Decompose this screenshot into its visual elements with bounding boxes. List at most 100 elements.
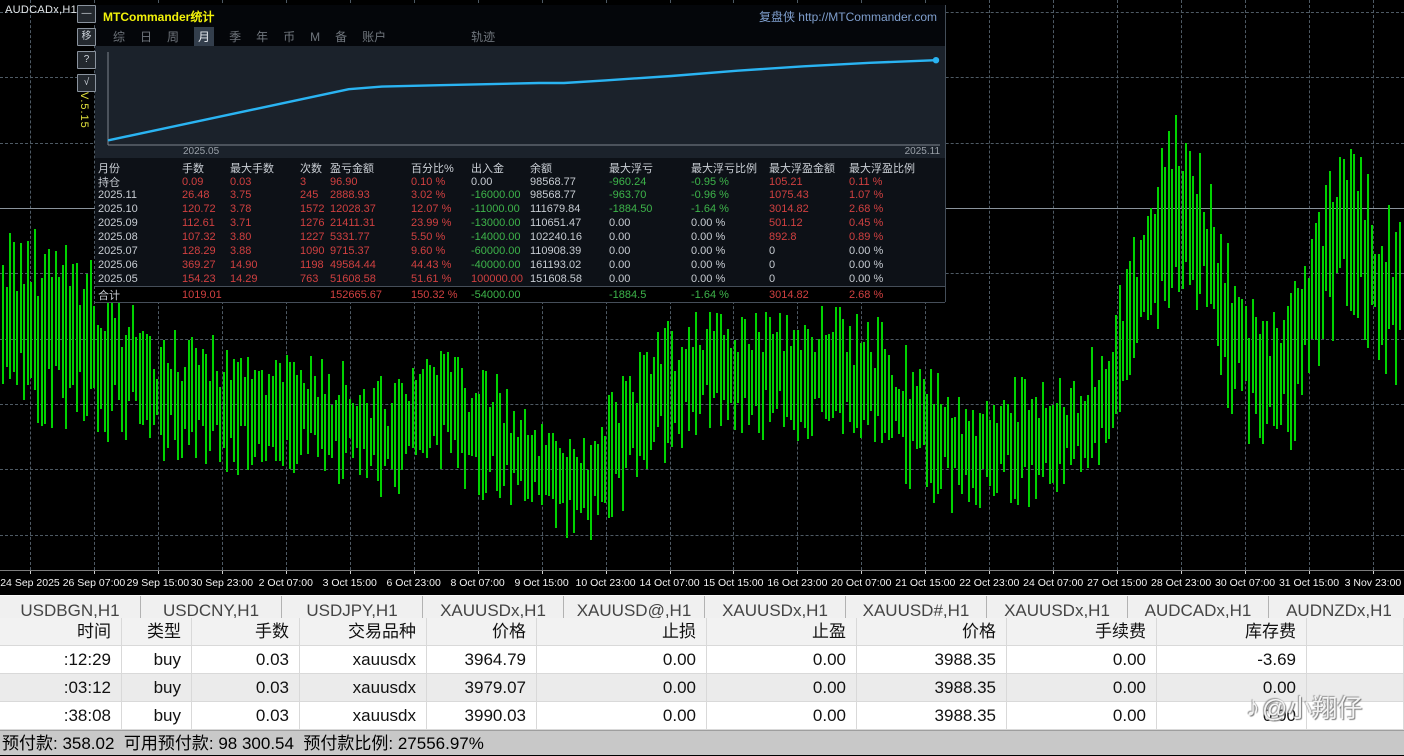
trades-row[interactable]: :38:08buy0.03xauusdx3990.030.000.003988.… xyxy=(0,702,1404,730)
x-axis-label: 24 Sep 2025 xyxy=(0,577,60,589)
x-axis-label: 14 Oct 07:00 xyxy=(639,577,699,589)
trades-cell: 止损 xyxy=(537,618,707,646)
chart-tab[interactable]: USDCNY,H1 xyxy=(141,596,282,619)
version-label: V.5.15 xyxy=(78,92,90,129)
trades-table: 时间类型手数交易品种价格止损止盈价格手续费库存费:12:29buy0.03xau… xyxy=(0,618,1404,730)
panel-menu-item[interactable]: M xyxy=(310,30,320,44)
stats-cell: 0.00 xyxy=(471,176,530,188)
trades-cell: buy xyxy=(122,702,192,730)
stats-row: 2025.08107.323.8012275331.775.50 %-14000… xyxy=(95,230,945,244)
stats-cell: 2025.11 xyxy=(98,189,182,201)
panel-menu: 综日周月季年币 M 备账户 轨迹 xyxy=(95,27,945,46)
stats-cell: 14.90 xyxy=(230,259,300,271)
watermark-text: @小翔仔 xyxy=(1262,689,1362,725)
panel-menu-item[interactable]: 月 xyxy=(194,27,214,46)
x-axis-tick xyxy=(989,571,990,574)
chart-tab[interactable]: XAUUSD@,H1 xyxy=(564,596,705,619)
grid-line-horizontal xyxy=(0,469,1404,470)
trades-cell: buy xyxy=(122,646,192,674)
panel-menu-item[interactable]: 综 xyxy=(113,28,125,45)
stats-cell: 0.00 % xyxy=(691,217,769,229)
chart-tab[interactable]: XAUUSDx,H1 xyxy=(987,596,1128,619)
panel-menu-item[interactable]: 币 xyxy=(283,28,295,45)
stats-row: 2025.06369.2714.90119849584.4444.43 %-40… xyxy=(95,258,945,272)
stats-cell: 3.71 xyxy=(230,217,300,229)
trades-cell: 0.00 xyxy=(537,674,707,702)
trades-cell: 库存费 xyxy=(1157,618,1307,646)
trades-row[interactable]: :03:12buy0.03xauusdx3979.070.000.003988.… xyxy=(0,674,1404,702)
stats-cell: 98568.77 xyxy=(530,176,609,188)
trades-cell: 0.00 xyxy=(1007,674,1157,702)
stats-cell: 0.00 % xyxy=(691,273,769,285)
stats-cell: 3 xyxy=(300,176,330,188)
trades-cell: 时间 xyxy=(0,618,122,646)
stats-cell: 0.00 xyxy=(609,231,691,243)
equity-x-label-start: 2025.05 xyxy=(183,146,219,157)
x-axis-label: 3 Nov 23:00 xyxy=(1345,577,1402,589)
stats-cell: 手数 xyxy=(182,160,230,176)
stats-cell: 0.00 % xyxy=(691,231,769,243)
stats-cell: 余额 xyxy=(530,160,609,176)
x-axis-tick xyxy=(30,571,31,574)
chart-tab[interactable]: AUDNZDx,H1 xyxy=(1269,596,1404,619)
minimize-button[interactable]: — xyxy=(77,5,96,23)
panel-brand-link[interactable]: 复盘侠 http://MTCommander.com xyxy=(759,8,937,25)
x-axis-tick xyxy=(733,571,734,574)
stats-cell: 1090 xyxy=(300,245,330,257)
x-axis-tick xyxy=(350,571,351,574)
x-axis-label: 21 Oct 15:00 xyxy=(895,577,955,589)
stats-cell: 0.03 xyxy=(230,176,300,188)
x-axis-tick xyxy=(478,571,479,574)
stats-cell: -40000.00 xyxy=(471,259,530,271)
panel-titlebar[interactable]: MTCommander统计 复盘侠 http://MTCommander.com xyxy=(95,5,945,27)
stats-cell: 0.00 % xyxy=(849,245,945,257)
time-axis[interactable]: 24 Sep 202526 Sep 07:0029 Sep 15:0030 Se… xyxy=(0,570,1404,595)
grid-line-horizontal xyxy=(0,404,1404,405)
panel-menu-item-trajectory[interactable]: 轨迹 xyxy=(471,28,495,45)
stats-cell: 0.00 % xyxy=(849,259,945,271)
trades-cell: 0.00 xyxy=(707,702,857,730)
stats-cell: 128.29 xyxy=(182,245,230,257)
x-axis-tick xyxy=(797,571,798,574)
chart-tab[interactable]: XAUUSD#,H1 xyxy=(846,596,987,619)
stats-table: 月份手数最大手数次数盈亏金额百分比%出入金余额最大浮亏最大浮亏比例最大浮盈金额最… xyxy=(95,158,945,303)
trades-cell: 0.03 xyxy=(192,674,300,702)
chart-tab[interactable]: AUDCADx,H1 xyxy=(1128,596,1269,619)
x-axis-label: 30 Sep 23:00 xyxy=(191,577,253,589)
chart-tab[interactable]: XAUUSDx,H1 xyxy=(705,596,846,619)
stats-row: 2025.10120.723.78157212028.3712.07 %-110… xyxy=(95,202,945,216)
x-axis-label: 28 Oct 23:00 xyxy=(1151,577,1211,589)
x-axis-label: 20 Oct 07:00 xyxy=(831,577,891,589)
stats-cell: 892.8 xyxy=(769,231,849,243)
stats-cell: 110908.39 xyxy=(530,245,609,257)
move-button[interactable]: 移 xyxy=(77,28,96,46)
stats-total-row: 合计1019.01152665.67150.32 %-54000.00-1884… xyxy=(95,286,945,303)
stats-cell: 3.75 xyxy=(230,189,300,201)
stats-cell: 0 xyxy=(769,245,849,257)
chart-tab[interactable]: XAUUSDx,H1 xyxy=(423,596,564,619)
panel-menu-item[interactable]: 周 xyxy=(167,28,179,45)
stats-cell: 1019.01 xyxy=(182,289,230,301)
chart-tab[interactable]: USDBGN,H1 xyxy=(0,596,141,619)
stats-cell: 14.29 xyxy=(230,273,300,285)
stats-cell: 0.00 % xyxy=(691,259,769,271)
trades-cell: 0.03 xyxy=(192,646,300,674)
panel-menu-item[interactable]: 季 xyxy=(229,28,241,45)
panel-menu-item[interactable]: 账户 xyxy=(362,28,386,45)
stats-cell: 96.90 xyxy=(330,176,411,188)
confirm-button[interactable]: √ xyxy=(77,74,96,92)
trades-row[interactable]: :12:29buy0.03xauusdx3964.790.000.003988.… xyxy=(0,646,1404,674)
panel-menu-item[interactable]: 备 xyxy=(335,28,347,45)
trades-cell: buy xyxy=(122,674,192,702)
chart-tab[interactable]: USDJPY,H1 xyxy=(282,596,423,619)
panel-menu-item[interactable]: 日 xyxy=(140,28,152,45)
panel-menu-item[interactable]: 年 xyxy=(256,28,268,45)
panel-title: MTCommander统计 xyxy=(103,8,214,25)
x-axis-tick xyxy=(1245,571,1246,574)
watermark: ♪ @小翔仔 xyxy=(1246,689,1362,725)
x-axis-tick xyxy=(670,571,671,574)
stats-cell: 23.99 % xyxy=(411,217,471,229)
trades-cell: 类型 xyxy=(122,618,192,646)
help-button[interactable]: ? xyxy=(77,51,96,69)
stats-cell: 112.61 xyxy=(182,217,230,229)
